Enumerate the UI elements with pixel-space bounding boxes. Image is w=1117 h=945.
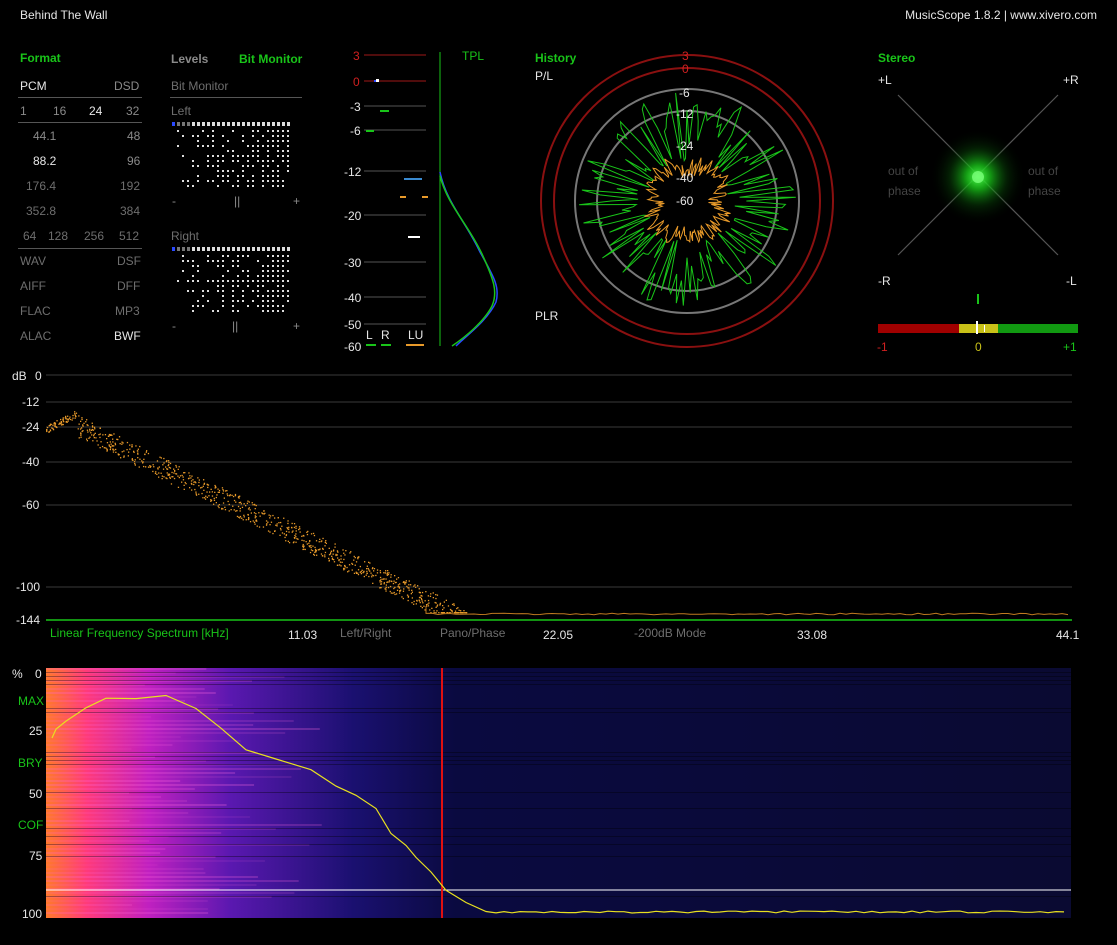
dsd-256: 256 (84, 229, 105, 243)
container-dff: DFF (117, 279, 141, 293)
dsd-64: 64 (23, 229, 37, 243)
spec-x-22: 22.05 (543, 628, 574, 642)
tpl-histogram (439, 52, 498, 347)
ring-label-m60: -60 (676, 194, 694, 208)
container-bwf: BWF (114, 329, 141, 343)
app-title: MusicScope 1.8.2 | www.xivero.com (905, 8, 1097, 22)
marker-cof: COF (18, 818, 44, 832)
spec-y-24: -24 (22, 420, 40, 434)
container-wav: WAV (20, 254, 46, 268)
bit-monitor-title: Bit Monitor (171, 79, 229, 93)
container-alac: ALAC (20, 329, 52, 343)
ring-label-m6: -6 (679, 86, 690, 100)
spec-y-100: -100 (16, 580, 41, 594)
marker-max: MAX (18, 694, 45, 708)
container-aiff: AIFF (20, 279, 46, 293)
meter-scale-m60: -60 (344, 340, 362, 354)
bit-monitor-left-label: Left (171, 104, 192, 118)
bit-depth-16: 16 (53, 104, 67, 118)
bit-right-minus: - (172, 319, 176, 333)
meter-label-r: R (381, 328, 390, 342)
bit-right-mid: || (232, 319, 239, 333)
spectrum-db-label: dB (12, 369, 27, 383)
ring-label-m12: -12 (676, 107, 694, 121)
meter-scale-3: 3 (353, 49, 360, 63)
corr-max-label: +1 (1063, 340, 1077, 354)
meter-bars (364, 54, 428, 325)
track-title: Behind The Wall (20, 8, 108, 22)
mode-pano-phase[interactable]: Pano/Phase (440, 626, 505, 640)
mode-200db[interactable]: -200dB Mode (634, 626, 706, 640)
rate-88: 88.2 (33, 154, 57, 168)
spec-x-11: 11.03 (288, 628, 318, 642)
stereo-title: Stereo (878, 51, 916, 65)
stereo-goniometer (897, 94, 1059, 256)
meter-label-lu: LU (408, 328, 424, 342)
spec-y-12: -12 (22, 395, 40, 409)
tab-levels[interactable]: Levels (171, 52, 208, 66)
rate-352: 352.8 (26, 204, 57, 218)
bit-left-mid: || (234, 194, 241, 208)
corr-min-label: -1 (877, 340, 888, 354)
bit-grid-right (172, 247, 290, 312)
meter-scale-m20: -20 (344, 209, 362, 223)
bit-left-minus: - (172, 194, 176, 208)
container-flac: FLAC (20, 304, 51, 318)
bit-left-plus: + (293, 194, 301, 208)
dsd-128: 128 (48, 229, 69, 243)
sg-y-50: 50 (29, 787, 43, 801)
correlation-meter (878, 321, 1078, 334)
meter-scale-m6: -6 (350, 124, 361, 138)
container-mp3: MP3 (115, 304, 140, 318)
rate-192: 192 (120, 179, 141, 193)
spec-y-40: -40 (22, 455, 40, 469)
spectrogram-plot (46, 668, 1071, 918)
ring-label-0: 0 (682, 62, 689, 76)
rate-384: 384 (120, 204, 141, 218)
container-dsf: DSF (117, 254, 141, 268)
bit-monitor-right-label: Right (171, 229, 200, 243)
spectrogram-pct-label: % (12, 667, 23, 681)
tab-bit-monitor[interactable]: Bit Monitor (239, 52, 302, 66)
ring-label-m40: -40 (676, 171, 694, 185)
spec-x-44: 44.1 (1056, 628, 1080, 642)
meter-scale-m50: -50 (344, 318, 362, 332)
bit-grid-left (172, 122, 290, 187)
corr-mid-label: 0 (975, 340, 982, 354)
bit-depth-24: 24 (89, 104, 103, 118)
ring-label-m24: -24 (676, 139, 694, 153)
dsd-label[interactable]: DSD (114, 79, 139, 93)
sg-y-25: 25 (29, 724, 43, 738)
spec-y-0: 0 (35, 369, 42, 383)
meter-label-l: L (366, 328, 373, 342)
format-title: Format (20, 51, 61, 65)
rate-44: 44.1 (33, 129, 57, 143)
spectrum-title: Linear Frequency Spectrum [kHz] (50, 626, 229, 640)
marker-bry: BRY (18, 756, 43, 770)
bit-right-plus: + (293, 319, 301, 333)
mode-left-right[interactable]: Left/Right (340, 626, 391, 640)
meter-scale-0: 0 (353, 75, 360, 89)
meter-scale-m40: -40 (344, 291, 362, 305)
spec-y-60: -60 (22, 498, 40, 512)
sg-y-100: 100 (22, 907, 43, 921)
ring-label-3: 3 (682, 49, 689, 63)
spec-y-144: -144 (16, 613, 41, 627)
pcm-label[interactable]: PCM (20, 79, 47, 93)
spec-x-33: 33.08 (797, 628, 828, 642)
correlation-indicator (977, 294, 979, 304)
sg-y-0: 0 (35, 667, 42, 681)
meter-scale-m12: -12 (344, 165, 362, 179)
rate-176: 176.4 (26, 179, 57, 193)
rate-96: 96 (127, 154, 141, 168)
bit-depth-1: 1 (20, 104, 27, 118)
meter-scale-m30: -30 (344, 256, 362, 270)
rate-48: 48 (127, 129, 141, 143)
frequency-spectrum-plot (46, 374, 1072, 621)
dsd-512: 512 (119, 229, 140, 243)
meter-scale-m3: -3 (350, 100, 361, 114)
bit-depth-32: 32 (126, 104, 140, 118)
sg-y-75: 75 (29, 849, 43, 863)
